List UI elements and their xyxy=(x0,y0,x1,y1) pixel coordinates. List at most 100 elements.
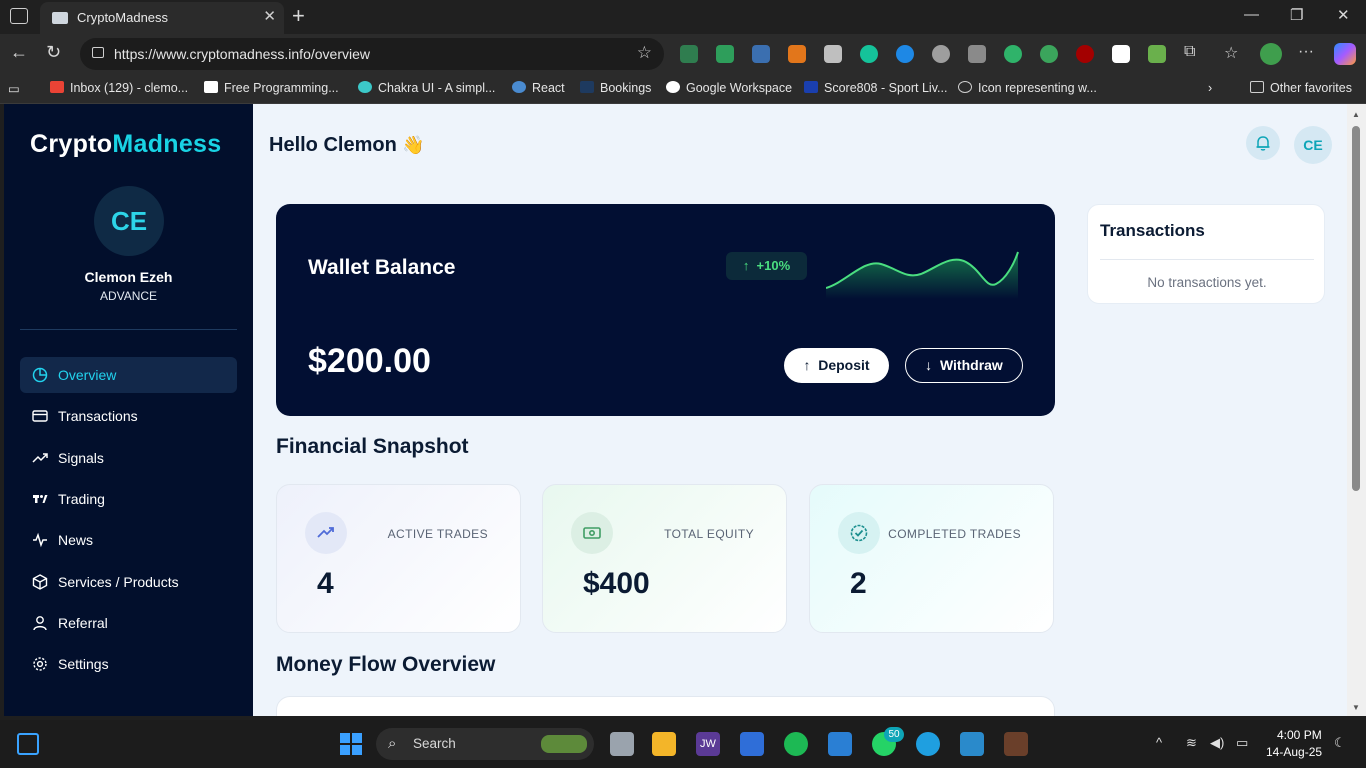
new-tab-icon[interactable]: + xyxy=(292,3,305,29)
stat-card-active-trades: ACTIVE TRADES 4 xyxy=(276,484,521,633)
bookmark-score808[interactable]: Score808 - Sport Liv... xyxy=(804,81,947,95)
scroll-thumb[interactable] xyxy=(1352,126,1360,491)
tab-favicon-icon xyxy=(52,12,68,24)
bookmark-chakra[interactable]: Chakra UI - A simpl... xyxy=(358,81,495,95)
extension-shazam-icon[interactable] xyxy=(896,45,914,63)
stat-label: COMPLETED TRADES xyxy=(888,527,1021,541)
sidebar-item-signals[interactable]: Signals xyxy=(20,440,237,476)
task-view-icon[interactable] xyxy=(610,732,634,756)
sidebar-item-label: Signals xyxy=(58,450,104,466)
bookmark-react[interactable]: React xyxy=(512,81,565,95)
volume-icon[interactable]: ◀) xyxy=(1210,735,1224,751)
sidebar-item-settings[interactable]: Settings xyxy=(20,646,237,682)
notifications-moon-icon[interactable]: ☾ xyxy=(1334,735,1346,751)
extension-ublock-icon[interactable] xyxy=(1076,45,1094,63)
scroll-up-icon[interactable]: ▲ xyxy=(1352,110,1360,119)
user-level: ADVANCE xyxy=(99,289,158,303)
other-favorites[interactable]: Other favorites xyxy=(1250,81,1352,95)
app-icon[interactable] xyxy=(1004,732,1028,756)
site-info-icon[interactable] xyxy=(92,47,104,58)
stat-label: ACTIVE TRADES xyxy=(387,527,488,541)
extension-icon[interactable] xyxy=(968,45,986,63)
bookmarks-overflow-chevron-icon[interactable]: › xyxy=(1208,81,1212,95)
google-icon xyxy=(666,81,680,93)
clock-date[interactable]: 14-Aug-25 xyxy=(1266,745,1322,759)
sidebar-item-label: Settings xyxy=(58,656,109,672)
extensions-puzzle-icon[interactable]: ⧉ xyxy=(1184,43,1195,61)
taskbar-search[interactable]: ⌕ Search xyxy=(376,728,594,760)
sidebar-item-transactions[interactable]: Transactions xyxy=(20,398,237,434)
chakra-icon xyxy=(358,81,372,93)
restore-icon[interactable]: ❐ xyxy=(1290,6,1303,24)
sidebar-item-label: Transactions xyxy=(58,408,138,424)
wallet-title: Wallet Balance xyxy=(308,256,456,279)
header-avatar[interactable]: CE xyxy=(1294,126,1332,164)
logo-text-primary: Crypto xyxy=(30,130,113,158)
search-icon: ⌕ xyxy=(388,735,397,752)
extension-icon[interactable] xyxy=(1004,45,1022,63)
extension-icon[interactable] xyxy=(1040,45,1058,63)
stat-value: $400 xyxy=(583,567,650,600)
file-explorer-icon[interactable] xyxy=(652,732,676,756)
bookmark-label: Google Workspace xyxy=(686,81,793,95)
bookmark-free-programming[interactable]: Free Programming... xyxy=(204,81,339,95)
sidebar-item-services-products[interactable]: Services / Products xyxy=(20,564,237,600)
browser-tab[interactable]: CryptoMadness ✕ xyxy=(40,2,284,34)
extension-shield-icon[interactable] xyxy=(716,45,734,63)
bookmark-icon-representing[interactable]: Icon representing w... xyxy=(958,81,1097,95)
page-scrollbar[interactable]: ▲ ▼ xyxy=(1347,104,1366,716)
extension-icon[interactable] xyxy=(932,45,950,63)
widgets-icon[interactable] xyxy=(17,733,39,755)
tab-close-icon[interactable]: ✕ xyxy=(263,7,276,25)
extension-icon[interactable] xyxy=(824,45,842,63)
url-field[interactable]: https://www.cryptomadness.info/overview … xyxy=(80,38,664,70)
sidebar-item-trading[interactable]: Trading xyxy=(20,481,237,517)
withdraw-button[interactable]: ↓ Withdraw xyxy=(905,348,1023,383)
extension-download-icon[interactable] xyxy=(1148,45,1166,63)
app-logo[interactable]: CryptoMadness xyxy=(30,130,221,159)
back-icon[interactable]: ← xyxy=(10,42,28,63)
more-menu-icon[interactable]: ··· xyxy=(1298,43,1314,61)
profile-icon[interactable] xyxy=(1260,43,1282,65)
scroll-down-icon[interactable]: ▼ xyxy=(1352,703,1360,712)
jw-app-icon[interactable]: JW xyxy=(696,732,720,756)
sidebar-item-overview[interactable]: Overview xyxy=(20,357,237,393)
trend-icon xyxy=(32,453,48,463)
arrow-up-icon: ↑ xyxy=(742,258,750,273)
copilot-icon[interactable] xyxy=(1334,43,1356,65)
bookmark-google-workspace[interactable]: Google Workspace xyxy=(666,81,792,95)
bookmark-bookings[interactable]: Bookings xyxy=(580,81,651,95)
tab-actions-icon[interactable] xyxy=(10,8,28,24)
bookmark-sidebar-icon[interactable]: ▭ xyxy=(8,81,20,96)
bookmark-gmail[interactable]: Inbox (129) - clemo... xyxy=(50,81,188,95)
app-icon[interactable] xyxy=(960,732,984,756)
deposit-button[interactable]: ↑ Deposit xyxy=(784,348,889,383)
bookmark-label: Free Programming... xyxy=(224,81,339,95)
windows-start-icon[interactable] xyxy=(340,733,362,755)
sidebar-item-news[interactable]: News xyxy=(20,522,237,558)
window-close-icon[interactable]: ✕ xyxy=(1337,6,1350,24)
refresh-icon[interactable]: ↻ xyxy=(46,42,61,63)
notifications-button[interactable] xyxy=(1246,126,1280,160)
wifi-icon[interactable]: ≋ xyxy=(1186,735,1197,751)
tray-overflow-icon[interactable]: ^ xyxy=(1156,735,1162,750)
battery-icon[interactable]: ▭ xyxy=(1236,735,1248,751)
os-taskbar: ⌕ Search JW 50 ^ ≋ ◀) ▭ 4:00 PM 14-Aug-2… xyxy=(0,720,1366,768)
store-icon[interactable] xyxy=(740,732,764,756)
spotify-icon[interactable] xyxy=(784,732,808,756)
favorites-icon[interactable]: ☆ xyxy=(1224,43,1238,63)
minimize-icon[interactable]: — xyxy=(1244,6,1259,23)
edge-icon[interactable] xyxy=(916,732,940,756)
pulse-icon xyxy=(33,532,47,548)
extension-heart-icon[interactable] xyxy=(1112,45,1130,63)
cash-icon xyxy=(571,512,613,554)
extension-grammarly-icon[interactable] xyxy=(860,45,878,63)
vscode-icon[interactable] xyxy=(828,732,852,756)
clock-time[interactable]: 4:00 PM xyxy=(1277,728,1322,742)
extension-icon[interactable] xyxy=(680,45,698,63)
favorite-star-icon[interactable]: ☆ xyxy=(637,43,652,63)
extension-react-icon[interactable] xyxy=(752,45,770,63)
extension-metamask-icon[interactable] xyxy=(788,45,806,63)
clock-pie-icon xyxy=(32,367,48,383)
sidebar-item-referral[interactable]: Referral xyxy=(20,605,237,641)
